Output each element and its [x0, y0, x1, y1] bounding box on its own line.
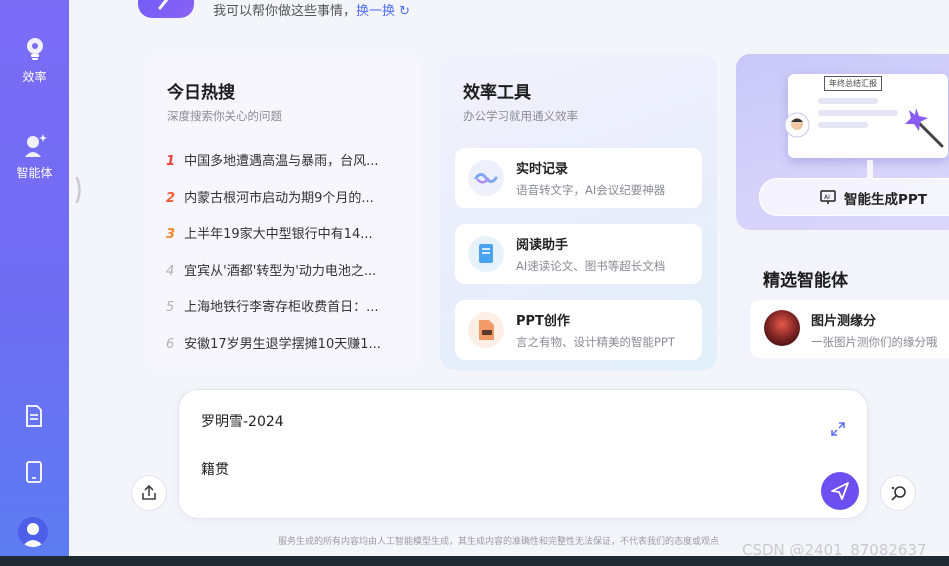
collapse-handle[interactable] [75, 176, 83, 204]
sidebar: 效率 智能体 [0, 0, 69, 556]
sidebar-item-agents[interactable]: 智能体 [0, 132, 69, 181]
generate-ppt-label: 智能生成PPT [844, 192, 927, 208]
book-icon [468, 236, 504, 272]
tablet-icon[interactable] [22, 460, 46, 484]
lightbulb-icon [26, 38, 43, 60]
expand-icon[interactable] [831, 422, 845, 436]
send-icon [831, 482, 849, 500]
svg-text:AI: AI [824, 194, 830, 201]
generate-ppt-button[interactable]: AI 智能生成PPT [759, 178, 949, 216]
magnifier-sparkle-icon [891, 486, 906, 501]
ppt-generate-card[interactable]: 年终总结汇报 AI 智能生成PPT [736, 54, 949, 230]
header-subtitle: 我可以帮你做这些事情，换一换 ↻ [213, 0, 410, 19]
upload-button[interactable] [131, 475, 167, 511]
rank-number: 2 [166, 190, 176, 206]
header-subtitle-text: 我可以帮你做这些事情， [213, 4, 357, 19]
tool-desc: 言之有物、设计精美的智能PPT [516, 335, 675, 349]
hot-search-text: 安徽17岁男生退学摆摊10天赚1... [184, 336, 381, 352]
hot-search-item[interactable]: 1 中国多地遭遇高温与暴雨，台风... [166, 150, 398, 187]
efficiency-tools-card: 效率工具 办公学习就用通义效率 实时记录 语音转文字，AI会议纪要神器 阅读助手… [440, 54, 717, 370]
agent-icon [24, 134, 47, 157]
hot-search-text: 宜宾从'酒都'转型为'动力电池之... [184, 263, 377, 279]
hot-search-text: 上海地铁行李寄存柜收费首日：... [184, 300, 379, 315]
agent-name: 图片测缘分 [811, 314, 877, 329]
hot-search-card: 今日热搜 深度搜索你关心的问题 1 中国多地遭遇高温与暴雨，台风... 2 内蒙… [144, 54, 421, 370]
document-icon[interactable] [22, 404, 46, 428]
tool-desc: AI速读论文、图书等超长文档 [516, 259, 666, 273]
refresh-icon: ↻ [399, 4, 411, 19]
rank-number: 1 [166, 154, 176, 169]
tools-subtitle: 办公学习就用通义效率 [463, 109, 578, 123]
hot-search-item[interactable]: 2 内蒙古根河市启动为期9个月的... [166, 187, 398, 224]
search-tool-button[interactable] [880, 475, 916, 511]
agent-avatar-image [764, 310, 800, 346]
tool-name: PPT创作 [516, 314, 570, 329]
refresh-label: 换一换 [356, 4, 396, 19]
os-taskbar [0, 556, 949, 566]
sidebar-item-label: 智能体 [16, 166, 53, 180]
tool-reading-assistant[interactable]: 阅读助手 AI速读论文、图书等超长文档 [455, 224, 702, 284]
hot-search-text: 内蒙古根河市启动为期9个月的... [184, 190, 374, 206]
tools-title: 效率工具 [463, 83, 531, 103]
tool-realtime-record[interactable]: 实时记录 语音转文字，AI会议纪要神器 [455, 148, 702, 208]
hot-search-item[interactable]: 5 上海地铁行李寄存柜收费首日：... [166, 296, 398, 333]
tool-desc: 语音转文字，AI会议纪要神器 [516, 183, 666, 197]
rank-number: 3 [166, 227, 176, 242]
hot-search-text: 中国多地遭遇高温与暴雨，台风... [184, 154, 379, 169]
disclaimer-text: 服务生成的所有内容均由人工智能模型生成，其生成内容的准确性和完整性无法保证，不代… [278, 537, 720, 547]
rank-number: 5 [166, 300, 175, 315]
tool-name: 阅读助手 [516, 238, 569, 253]
sidebar-item-efficiency[interactable]: 效率 [0, 36, 69, 85]
hot-search-text: 上半年19家大中型银行中有14... [184, 227, 373, 242]
rank-number: 6 [166, 336, 175, 352]
featured-agents-card: 精选智能体 图片测缘分 一张图片测你们的缘分哦 [736, 248, 949, 370]
upload-icon [142, 484, 156, 500]
hot-search-item[interactable]: 4 宜宾从'酒都'转型为'动力电池之... [166, 260, 398, 297]
tool-ppt-creation[interactable]: PPT创作 言之有物、设计精美的智能PPT [455, 300, 702, 360]
avatar-cartoon-icon [784, 112, 810, 138]
agents-title: 精选智能体 [763, 271, 848, 291]
stand-decoration [867, 160, 873, 178]
ppt-file-icon [468, 312, 504, 348]
hot-search-list: 1 中国多地遭遇高温与暴雨，台风... 2 内蒙古根河市启动为期9个月的... … [166, 150, 398, 369]
agent-item-picture-fate[interactable]: 图片测缘分 一张图片测你们的缘分哦 [750, 300, 949, 358]
send-button[interactable] [821, 472, 859, 510]
chat-input-box [178, 389, 868, 519]
hot-search-item[interactable]: 3 上半年19家大中型银行中有14... [166, 223, 398, 260]
sidebar-item-label: 效率 [22, 70, 47, 84]
wave-icon [468, 160, 504, 196]
hot-search-title: 今日热搜 [167, 83, 235, 103]
chat-input[interactable] [199, 408, 803, 512]
agent-desc: 一张图片测你们的缘分哦 [811, 335, 938, 349]
hot-search-item[interactable]: 6 安徽17岁男生退学摆摊10天赚1... [166, 333, 398, 370]
rank-number: 4 [166, 263, 175, 279]
hot-search-subtitle: 深度搜索你关心的问题 [167, 109, 282, 123]
assistant-logo [138, 0, 194, 18]
tool-name: 实时记录 [516, 162, 569, 177]
presentation-icon: AI [820, 190, 836, 204]
refresh-link[interactable]: 换一换 ↻ [356, 4, 410, 19]
magic-wand-icon [905, 108, 944, 148]
user-avatar-icon[interactable] [18, 517, 48, 547]
